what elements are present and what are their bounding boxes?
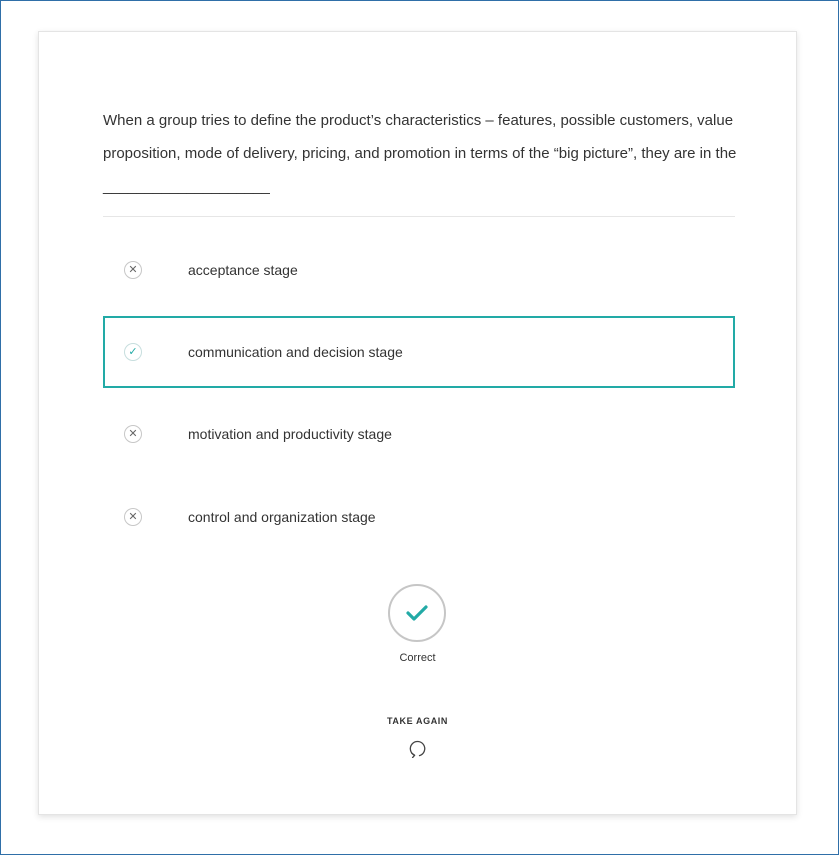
take-again-button[interactable]: TAKE AGAIN (39, 716, 796, 726)
window-frame: When a group tries to define the product… (0, 0, 839, 855)
check-icon (406, 605, 428, 621)
result-badge (388, 584, 446, 642)
option-motivation-and-productivity-stage[interactable]: ✕ motivation and productivity stage (103, 398, 735, 470)
option-control-and-organization-stage[interactable]: ✕ control and organization stage (103, 481, 735, 553)
result-label: Correct (399, 652, 436, 664)
question-text: When a group tries to define the product… (103, 112, 737, 195)
check-icon: ✓ (124, 343, 142, 361)
divider (103, 216, 735, 217)
x-icon: ✕ (124, 425, 142, 443)
option-label: motivation and productivity stage (188, 426, 392, 442)
option-label: communication and decision stage (188, 344, 403, 360)
option-label: acceptance stage (188, 262, 298, 278)
option-acceptance-stage[interactable]: ✕ acceptance stage (103, 234, 735, 306)
x-icon: ✕ (124, 261, 142, 279)
option-label: control and organization stage (188, 509, 376, 525)
x-icon: ✕ (124, 508, 142, 526)
retry-icon[interactable] (408, 738, 428, 758)
quiz-card: When a group tries to define the product… (38, 31, 797, 815)
option-communication-and-decision-stage[interactable]: ✓ communication and decision stage (103, 316, 735, 388)
